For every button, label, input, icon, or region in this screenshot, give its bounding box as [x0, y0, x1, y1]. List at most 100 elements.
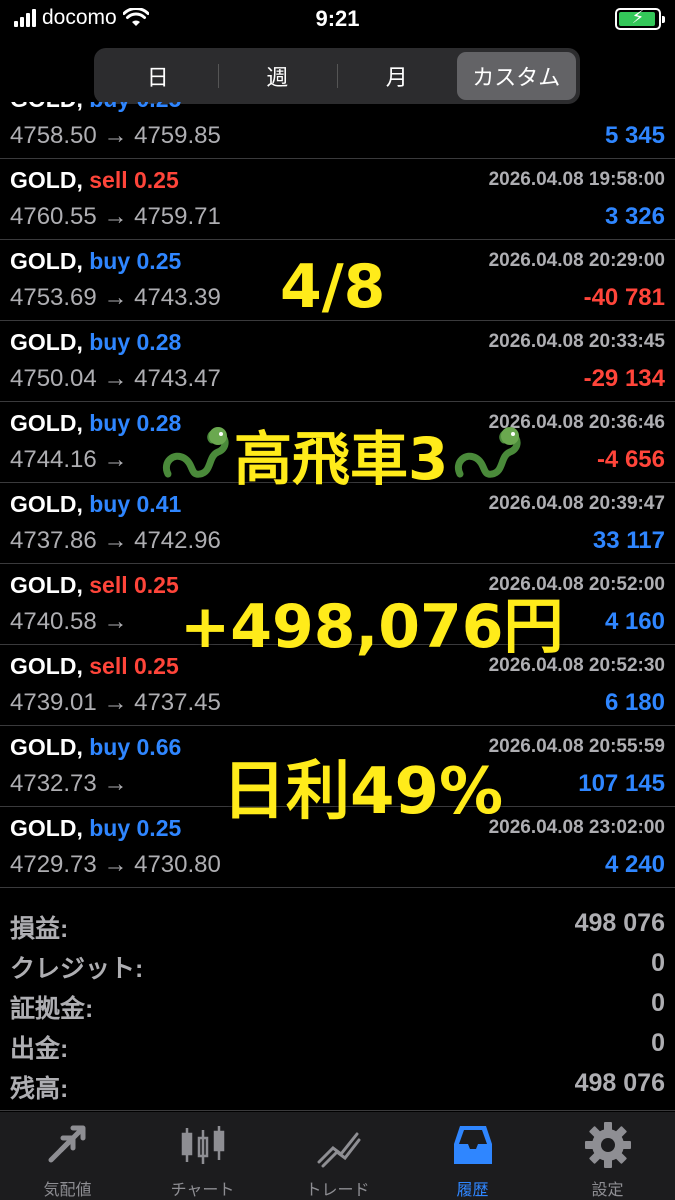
overlay-title-text: 高飛車3: [234, 425, 449, 493]
tab-label: 履歴: [456, 1182, 489, 1199]
arrow-right-icon: →: [103, 527, 128, 554]
period-tab-2[interactable]: 月: [337, 52, 457, 100]
trade-open-price: 4760.55: [10, 203, 97, 230]
arrow-right-icon: →: [103, 284, 128, 311]
period-tab-1[interactable]: 週: [217, 52, 338, 100]
trade-time: 2026.04.08 20:39:47: [488, 493, 665, 514]
trade-lot: 0.28: [136, 329, 182, 355]
trade-prices: 4740.58 →: [10, 608, 127, 636]
trade-title: GOLD, buy 0.25: [10, 248, 181, 275]
bottom-tab-bar: 気配値 チャート トレード 履歴 設定: [0, 1112, 675, 1200]
trade-time: 2026.04.08 23:02:00: [488, 817, 665, 838]
trade-prices: 4737.86 → 4742.96: [10, 527, 221, 555]
trade-prices: 4753.69 → 4743.39: [10, 284, 221, 312]
overlay-amount: +498,076円: [180, 592, 564, 662]
charging-bolt-icon: ⚡: [631, 7, 645, 27]
period-tab-0[interactable]: 日: [98, 52, 218, 100]
trade-close-price: 4743.47: [134, 365, 221, 392]
tab-label: 気配値: [43, 1182, 92, 1199]
trade-open-price: 4739.01: [10, 689, 97, 716]
arrow-right-icon: →: [103, 689, 128, 716]
trade-open-price: 4753.69: [10, 284, 97, 311]
trade-prices: 4732.73 →: [10, 770, 127, 798]
trade-symbol: GOLD,: [10, 410, 83, 436]
trade-profit: 4 240: [604, 851, 665, 878]
trade-row[interactable]: GOLD, sell 0.25 2026.04.08 19:58:00 4760.5…: [0, 159, 675, 240]
dragon-icon: [163, 427, 229, 478]
battery-icon: ⚡: [615, 7, 665, 30]
trade-title: GOLD, buy 0.41: [10, 491, 181, 518]
trade-symbol: GOLD,: [10, 491, 83, 517]
trade-time: 2026.04.08 20:55:59: [488, 736, 665, 757]
divider: [0, 1110, 675, 1111]
summary-value: 0: [651, 949, 665, 977]
trade-row[interactable]: GOLD, buy 0.25 4758.50 → 4759.85 5 345: [0, 102, 675, 159]
trade-side: buy: [89, 248, 131, 274]
period-segmented-control: 日週月カスタム: [94, 48, 580, 104]
trade-profit: 6 180: [604, 689, 665, 716]
trade-lot: 0.25: [134, 653, 179, 679]
trade-title: GOLD, buy 0.25: [10, 815, 181, 842]
trade-profit: -40 781: [583, 284, 665, 311]
trade-prices: 4739.01 → 4737.45: [10, 689, 221, 717]
trade-symbol: GOLD,: [10, 248, 83, 274]
trade-close-price: 4743.39: [134, 284, 221, 311]
arrow-right-icon: →: [103, 365, 128, 392]
trade-side: sell: [89, 167, 128, 193]
summary-row-balance: 残高: 498 076: [0, 1065, 675, 1105]
tab-label: 設定: [591, 1182, 624, 1199]
summary-row-withdrawal: 出金: 0: [0, 1025, 675, 1065]
trade-open-price: 4758.50: [10, 122, 97, 149]
trade-symbol: GOLD,: [10, 329, 83, 355]
trade-symbol: GOLD,: [10, 653, 83, 679]
trade-symbol: GOLD,: [10, 815, 83, 841]
period-tab-3[interactable]: カスタム: [456, 52, 576, 100]
summary-row-deposit: 証拠金: 0: [0, 985, 675, 1025]
trade-lot: 0.25: [134, 167, 179, 193]
arrow-right-icon: →: [103, 851, 128, 878]
tab-history[interactable]: 履歴: [405, 1112, 540, 1200]
overlay-daily-rate: 日利49%: [222, 755, 504, 829]
overlay-title: 高飛車3: [160, 412, 522, 496]
tab-chart[interactable]: チャート: [135, 1112, 270, 1200]
trade-open-price: 4744.16: [10, 446, 97, 473]
summary-label: 残高:: [10, 1075, 69, 1103]
trade-profit: 3 326: [604, 203, 665, 230]
summary-label: 損益:: [10, 915, 69, 943]
trade-close-price: 4742.96: [134, 527, 221, 554]
trade-title: GOLD, buy 0.28: [10, 410, 181, 437]
trade-time: 2026.04.08 20:33:45: [488, 331, 665, 352]
account-summary: 損益: 498 076 クレジット: 0 証拠金: 0 出金: 0 残高: 49…: [0, 905, 675, 1105]
summary-row-profit: 損益: 498 076: [0, 905, 675, 945]
trade-side: buy: [89, 734, 131, 760]
trade-prices: 4750.04 → 4743.47: [10, 365, 221, 393]
trade-side: buy: [89, 815, 131, 841]
dragon-icon: [455, 427, 521, 478]
summary-label: クレジット:: [10, 955, 144, 983]
trade-profit: 4 160: [604, 608, 665, 635]
trade-profit: 5 345: [604, 122, 665, 149]
tab-label: チャート: [170, 1182, 235, 1199]
trade-close-price: 4759.71: [134, 203, 221, 230]
trade-lot: 0.66: [136, 734, 182, 760]
tab-quotes[interactable]: 気配値: [0, 1112, 135, 1200]
trade-symbol: GOLD,: [10, 167, 83, 193]
tab-settings[interactable]: 設定: [540, 1112, 675, 1200]
trade-title: GOLD, buy 0.25: [10, 102, 181, 113]
trade-symbol: GOLD,: [10, 734, 83, 760]
tab-trade[interactable]: トレード: [270, 1112, 405, 1200]
summary-row-credit: クレジット: 0: [0, 945, 675, 985]
trade-side: buy: [89, 329, 131, 355]
summary-label: 出金:: [10, 1035, 69, 1063]
gear-icon: [584, 1122, 631, 1168]
trade-prices: 4744.16 →: [10, 446, 127, 474]
trade-time: 2026.04.08 19:58:00: [488, 169, 665, 190]
arrow-right-icon: →: [103, 770, 128, 797]
summary-value: 0: [651, 989, 665, 1017]
trade-open-price: 4750.04: [10, 365, 97, 392]
trade-close-price: 4730.80: [134, 851, 221, 878]
trade-row[interactable]: GOLD, buy 0.28 2026.04.08 20:33:45 4750.04…: [0, 321, 675, 402]
summary-value: 498 076: [574, 1069, 665, 1097]
trade-side: sell: [89, 572, 128, 598]
trade-prices: 4760.55 → 4759.71: [10, 203, 221, 231]
